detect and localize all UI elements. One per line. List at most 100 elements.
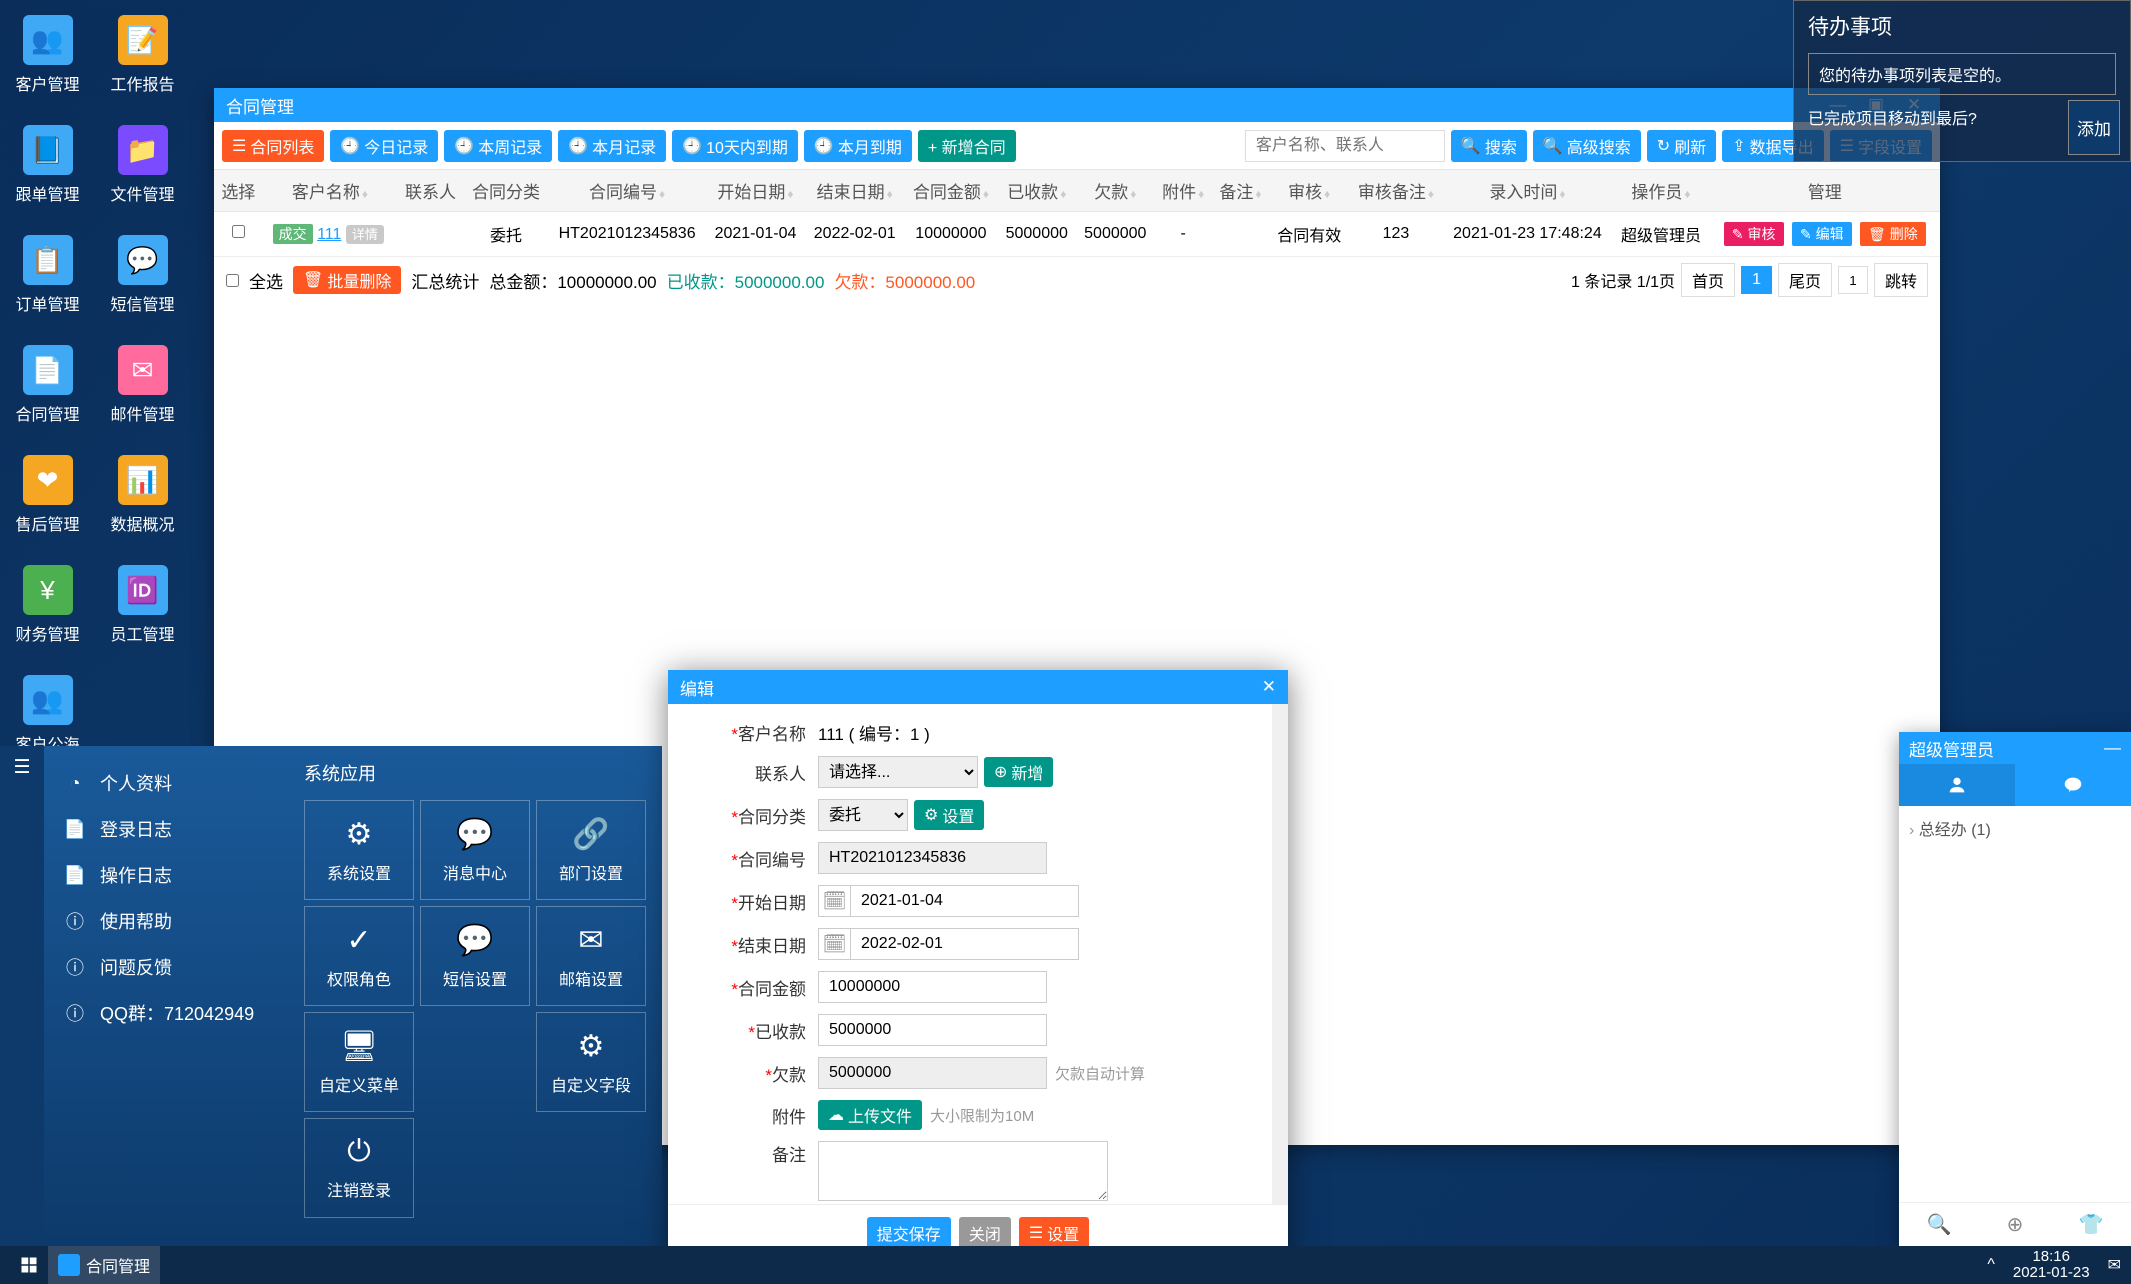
clock[interactable]: 18:162021-01-23 [2013,1249,2090,1282]
category-set-button[interactable]: ⚙ 设置 [914,800,984,830]
upload-button[interactable]: ☁ 上传文件 [818,1100,922,1130]
desktop-icon[interactable]: 📁文件管理 [110,125,175,205]
column-header[interactable]: 已收款 [997,170,1076,212]
search-input[interactable] [1245,130,1445,162]
today-button[interactable]: 🕘 今日记录 [330,130,438,162]
tray-up-icon[interactable]: ^ [1987,1256,1995,1274]
dialog-close-icon[interactable]: ✕ [1262,677,1276,697]
pagination: 1 条记录 1/1页 首页 1 尾页 跳转 [1571,263,1928,297]
app-tile[interactable]: ⏻注销登录 [304,1118,414,1218]
due-10d-button[interactable]: 🕘 10天内到期 [672,130,798,162]
todo-add-button[interactable]: 添加 [2068,100,2120,155]
first-page-button[interactable]: 首页 [1681,263,1735,297]
page-number[interactable]: 1 [1741,266,1772,294]
column-header[interactable]: 操作员 [1612,170,1709,212]
shirt-icon[interactable]: 👕 [2079,1212,2104,1237]
detail-badge[interactable]: 详情 [346,225,384,244]
app-tile[interactable]: 💬短信设置 [420,906,530,1006]
desktop-icon[interactable]: 📝工作报告 [110,15,175,95]
desktop-icon[interactable]: 👥客户管理 [15,15,80,95]
customer-link[interactable]: 111 [317,226,341,243]
desktop-icon[interactable]: 📘跟单管理 [15,125,80,205]
start-date-field[interactable] [850,885,1079,917]
close-button[interactable]: 关闭 [959,1217,1011,1249]
chat-tab[interactable] [2015,764,2131,806]
column-header[interactable]: 管理 [1710,170,1940,212]
admin-minimize-icon[interactable]: — [2104,738,2121,758]
start-menu-item[interactable]: 📄登录日志 [54,806,284,852]
menu-icon[interactable]: ☰ [10,756,34,779]
start-menu-item[interactable]: ⓘ使用帮助 [54,898,284,944]
start-menu-item[interactable]: ⓘ问题反馈 [54,944,284,990]
app-tile[interactable]: ⚙自定义字段 [536,1012,646,1112]
amount-field[interactable] [818,971,1047,1003]
column-header[interactable]: 合同编号 [548,170,706,212]
column-header[interactable]: 审核 [1269,170,1349,212]
desktop-icon[interactable]: 📄合同管理 [15,345,80,425]
app-tile[interactable]: ⚙系统设置 [304,800,414,900]
desktop-icon[interactable]: ✉邮件管理 [110,345,175,425]
app-tile[interactable]: ✓权限角色 [304,906,414,1006]
start-menu-item[interactable]: 📄操作日志 [54,852,284,898]
note-textarea[interactable] [818,1141,1108,1201]
app-tile[interactable]: 🔗部门设置 [536,800,646,900]
column-header[interactable]: 结束日期 [805,170,904,212]
search-icon[interactable]: 🔍 [1927,1212,1952,1237]
users-tab[interactable] [1899,764,2015,806]
start-menu-item[interactable]: ◔个人资料 [54,760,284,806]
mail-icon[interactable]: ✉ [2108,1255,2121,1275]
desktop-icon[interactable]: 🆔员工管理 [110,565,175,645]
paid-field[interactable] [818,1014,1047,1046]
column-header[interactable]: 联系人 [397,170,464,212]
column-header[interactable]: 合同金额 [904,170,997,212]
app-tile[interactable]: 💬消息中心 [420,800,530,900]
category-select[interactable]: 委托 [818,799,908,831]
week-button[interactable]: 🕘 本周记录 [444,130,552,162]
app-tile[interactable]: ✉邮箱设置 [536,906,646,1006]
page-input[interactable] [1838,266,1868,294]
contract-list-button[interactable]: ☰ 合同列表 [222,130,324,162]
audit-button[interactable]: ✎ 审核 [1724,222,1784,246]
batch-delete-button[interactable]: 🗑 批量删除 [293,266,401,294]
desktop-icon[interactable]: ❤售后管理 [15,455,80,535]
total-amount: 总金额：10000000.00 [489,268,656,293]
settings-button[interactable]: ☰ 设置 [1019,1217,1089,1249]
code-field [818,842,1047,874]
desktop-icon[interactable]: 📊数据概况 [110,455,175,535]
submit-button[interactable]: 提交保存 [867,1217,951,1249]
tree-item[interactable]: 总经办 (1) [1909,816,2121,840]
column-header[interactable]: 合同分类 [464,170,549,212]
desktop-icon[interactable]: 💬短信管理 [110,235,175,315]
month-button[interactable]: 🕘 本月记录 [558,130,666,162]
start-button[interactable] [10,1246,48,1284]
column-header[interactable]: 附件 [1155,170,1212,212]
go-button[interactable]: 跳转 [1874,263,1928,297]
adv-search-button[interactable]: 🔍 高级搜索 [1533,130,1641,162]
contact-select[interactable]: 请选择... [818,756,978,788]
due-month-button[interactable]: 🕘 本月到期 [804,130,912,162]
desktop-icon[interactable]: 👥客户公海 [15,675,80,755]
column-header[interactable]: 客户名称 [263,170,398,212]
refresh-button[interactable]: ↻ 刷新 [1647,130,1716,162]
app-tile[interactable]: 🖥自定义菜单 [304,1012,414,1112]
desktop-icon[interactable]: ¥财务管理 [15,565,80,645]
add-icon[interactable]: ⊕ [2007,1212,2024,1237]
end-date-field[interactable] [850,928,1079,960]
taskbar-app[interactable]: 合同管理 [48,1246,160,1284]
desktop-icon[interactable]: 📋订单管理 [15,235,80,315]
delete-button[interactable]: 🗑 删除 [1860,222,1926,246]
column-header[interactable]: 开始日期 [706,170,805,212]
select-all-checkbox[interactable] [226,274,239,287]
column-header[interactable]: 审核备注 [1349,170,1442,212]
start-menu-item[interactable]: ⓘQQ群：712042949 [54,990,284,1036]
column-header[interactable]: 选择 [214,170,263,212]
column-header[interactable]: 欠款 [1076,170,1155,212]
row-checkbox[interactable] [232,225,245,238]
column-header[interactable]: 录入时间 [1443,170,1613,212]
add-contact-button[interactable]: ⊕ 新增 [984,757,1053,787]
column-header[interactable]: 备注 [1212,170,1269,212]
add-contract-button[interactable]: + 新增合同 [918,130,1016,162]
last-page-button[interactable]: 尾页 [1778,263,1832,297]
search-button[interactable]: 🔍 搜索 [1451,130,1527,162]
edit-button[interactable]: ✎ 编辑 [1792,222,1852,246]
